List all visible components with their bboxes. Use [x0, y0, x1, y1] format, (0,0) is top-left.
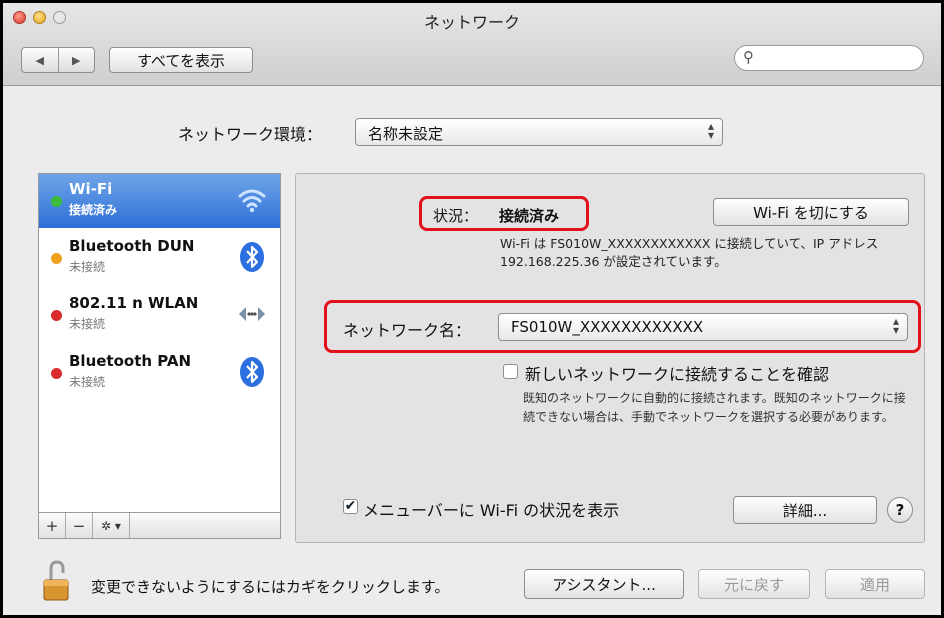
bluetooth-icon: [240, 357, 264, 387]
assistant-button[interactable]: アシスタント...: [524, 569, 684, 599]
service-status: 接続済み: [69, 203, 118, 217]
ask-to-join-description: 既知のネットワークに自動的に接続されます。既知のネットワークに接続できない場合は…: [523, 391, 906, 424]
status-dot-icon: [51, 196, 62, 207]
location-value: 名称未設定: [368, 125, 444, 143]
ask-to-join-label: 新しいネットワークに接続することを確認: [525, 365, 830, 384]
network-preferences-window: ネットワーク ◀ ▶ すべてを表示 ⚲ ネットワーク環境： 名称未設定 ▴ ▾ W…: [0, 0, 944, 618]
remove-service-button[interactable]: −: [66, 513, 93, 538]
window-title: ネットワーク: [423, 13, 520, 32]
wifi-icon: [238, 189, 266, 213]
show-all-button[interactable]: すべてを表示: [109, 47, 253, 73]
detail-pane: [295, 173, 925, 543]
lock-icon[interactable]: [41, 559, 73, 603]
highlight-box-network-name: [324, 300, 921, 353]
search-field[interactable]: ⚲: [734, 45, 924, 71]
advanced-button[interactable]: 詳細...: [733, 496, 877, 524]
ask-to-join-checkbox[interactable]: [503, 364, 518, 379]
status-dot-icon: [51, 368, 62, 379]
revert-button[interactable]: 元に戻す: [698, 569, 810, 599]
help-button[interactable]: ?: [887, 497, 913, 523]
highlight-box-status: [419, 196, 589, 231]
add-service-button[interactable]: +: [39, 513, 66, 538]
location-label: ネットワーク環境：: [178, 125, 323, 144]
service-status: 未接続: [69, 317, 106, 331]
window-toolbar: ネットワーク ◀ ▶ すべてを表示 ⚲: [3, 3, 941, 86]
service-item-bluetooth-pan[interactable]: Bluetooth PAN 未接続: [39, 346, 280, 400]
service-item-80211n-wlan[interactable]: 802.11 n WLAN 未接続: [39, 288, 280, 342]
back-forward-control: ◀ ▶: [21, 47, 95, 73]
back-arrow-icon[interactable]: ◀: [22, 48, 59, 72]
popup-arrows-icon: ▴ ▾: [707, 119, 714, 142]
service-item-wifi[interactable]: Wi-Fi 接続済み: [39, 174, 280, 228]
service-name: Bluetooth DUN: [69, 237, 195, 255]
service-status: 未接続: [69, 375, 106, 389]
status-description: Wi-Fi は FS010W_XXXXXXXXXXXX に接続していて、IP ア…: [500, 236, 879, 269]
status-dot-icon: [51, 253, 62, 264]
apply-button[interactable]: 適用: [825, 569, 925, 599]
location-popup[interactable]: 名称未設定 ▴ ▾: [355, 118, 723, 146]
service-item-bluetooth-dun[interactable]: Bluetooth DUN 未接続: [39, 231, 280, 285]
service-name: 802.11 n WLAN: [69, 294, 199, 312]
service-status: 未接続: [69, 260, 106, 274]
ethernet-arrows-icon: [239, 307, 265, 321]
forward-arrow-icon[interactable]: ▶: [59, 48, 95, 72]
status-dot-icon: [51, 310, 62, 321]
service-name: Wi-Fi: [69, 180, 113, 198]
service-list: Wi-Fi 接続済み Bluetooth DUN 未接続 802.11 n WL…: [38, 173, 281, 513]
gear-menu-button[interactable]: ✲ ▾: [93, 513, 130, 538]
lock-message: 変更できないようにするにはカギをクリックします。: [91, 578, 450, 596]
service-name: Bluetooth PAN: [69, 352, 192, 370]
service-list-controls: + − ✲ ▾: [38, 513, 281, 539]
magnifier-icon: ⚲: [743, 48, 754, 66]
show-wifi-status-checkbox[interactable]: ✔: [343, 499, 358, 514]
turn-wifi-off-button[interactable]: Wi-Fi を切にする: [713, 198, 909, 226]
show-wifi-status-label: メニューバーに Wi-Fi の状況を表示: [363, 501, 620, 520]
bluetooth-icon: [240, 242, 264, 272]
